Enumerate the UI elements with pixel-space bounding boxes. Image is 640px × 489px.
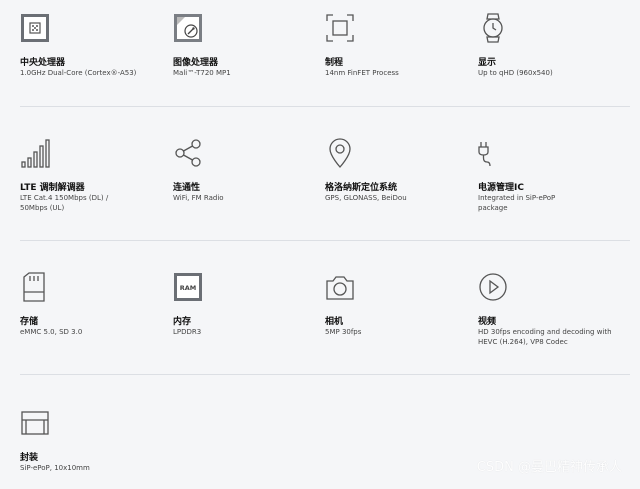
feature-title: 相机 bbox=[325, 317, 344, 327]
feature-title: 格洛纳斯定位系统 bbox=[325, 183, 398, 193]
watermark: CSDN @曼巴精神传承人 bbox=[476, 460, 622, 475]
gpu-icon bbox=[173, 13, 203, 43]
feature-desc: Up to qHD (960x540) bbox=[478, 69, 553, 77]
feature-desc: 14nm FinFET Process bbox=[325, 69, 399, 77]
feature-desc: Integrated in SiP-ePoP package bbox=[478, 194, 556, 212]
feature-title: 连通性 bbox=[173, 183, 201, 193]
feature-title: 显示 bbox=[478, 58, 497, 68]
feature-desc: Mali™-T720 MP1 bbox=[173, 69, 231, 77]
play-icon bbox=[478, 272, 508, 302]
feature-title: 内存 bbox=[173, 317, 192, 327]
row-divider bbox=[20, 374, 630, 375]
feature-desc: SiP-ePoP, 10x10mm bbox=[20, 464, 90, 472]
process-icon bbox=[325, 13, 355, 43]
feature-title: 视频 bbox=[478, 317, 497, 327]
feature-title: 电源管理IC bbox=[478, 183, 524, 193]
package-icon bbox=[20, 408, 50, 438]
feature-desc: eMMC 5.0, SD 3.0 bbox=[20, 328, 83, 336]
feature-title: 制程 bbox=[325, 58, 344, 68]
signal-bars-icon bbox=[20, 138, 50, 168]
feature-desc: 1.0GHz Dual-Core (Cortex®-A53) bbox=[20, 69, 137, 77]
location-pin-icon bbox=[325, 138, 355, 168]
feature-grid: 中央处理器 1.0GHz Dual-Core (Cortex®-A53) 图像处… bbox=[0, 0, 640, 489]
feature-title: 封装 bbox=[20, 453, 39, 463]
ram-label: RAM bbox=[180, 284, 197, 292]
ram-chip-icon: RAM bbox=[173, 272, 203, 302]
feature-title: LTE 调制解调器 bbox=[20, 183, 85, 193]
feature-desc: 5MP 30fps bbox=[325, 328, 362, 336]
plug-icon bbox=[478, 138, 508, 168]
feature-desc: WiFi, FM Radio bbox=[173, 194, 224, 202]
row-divider bbox=[20, 240, 630, 241]
feature-title: 中央处理器 bbox=[20, 58, 66, 68]
sd-card-icon bbox=[20, 272, 50, 302]
feature-title: 存储 bbox=[20, 317, 39, 327]
feature-desc: LTE Cat.4 150Mbps (DL) / 50Mbps (UL) bbox=[20, 194, 109, 212]
share-icon bbox=[173, 138, 203, 168]
feature-desc: HD 30fps encoding and decoding with HEVC… bbox=[478, 328, 612, 346]
feature-desc: LPDDR3 bbox=[173, 328, 202, 336]
watch-icon bbox=[478, 13, 508, 43]
feature-desc: GPS, GLONASS, BeiDou bbox=[325, 194, 407, 202]
feature-title: 图像处理器 bbox=[173, 58, 219, 68]
cpu-icon bbox=[20, 13, 50, 43]
camera-icon bbox=[325, 272, 355, 302]
row-divider bbox=[20, 106, 630, 107]
